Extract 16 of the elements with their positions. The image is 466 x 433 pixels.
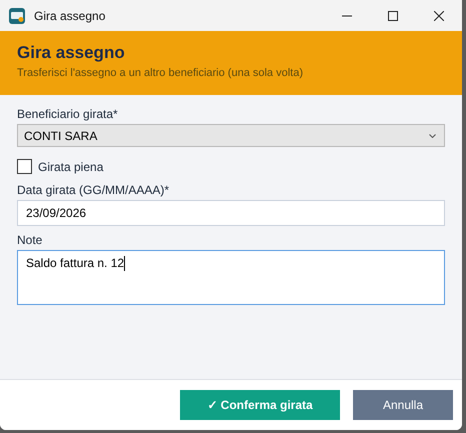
chevron-down-icon: [429, 134, 436, 138]
dialog-heading: Gira assegno: [17, 43, 126, 63]
dialog-subtitle: Trasferisci l'assegno a un altro beneficiario (una sola volta): [17, 67, 304, 79]
field-label: Note: [17, 233, 44, 247]
cancel-button[interactable]: Annulla: [353, 390, 453, 420]
field-label: Beneficiario girata*: [17, 107, 119, 121]
date-field[interactable]: 23/09/2026: [17, 200, 445, 226]
cheque-icon: [9, 8, 25, 24]
close-icon: [434, 10, 444, 20]
maximize-icon: [388, 10, 398, 20]
window-title: Gira assegno: [34, 8, 106, 22]
notes-field[interactable]: Saldo fattura n. 12: [17, 250, 445, 305]
beneficiary-dropdown[interactable]: CONTI SARA: [17, 124, 445, 147]
field-label: Data girata (GG/MM/AAAA)*: [17, 183, 170, 197]
checkbox-label: Girata piena: [38, 160, 104, 174]
checkbox[interactable]: [17, 159, 32, 174]
